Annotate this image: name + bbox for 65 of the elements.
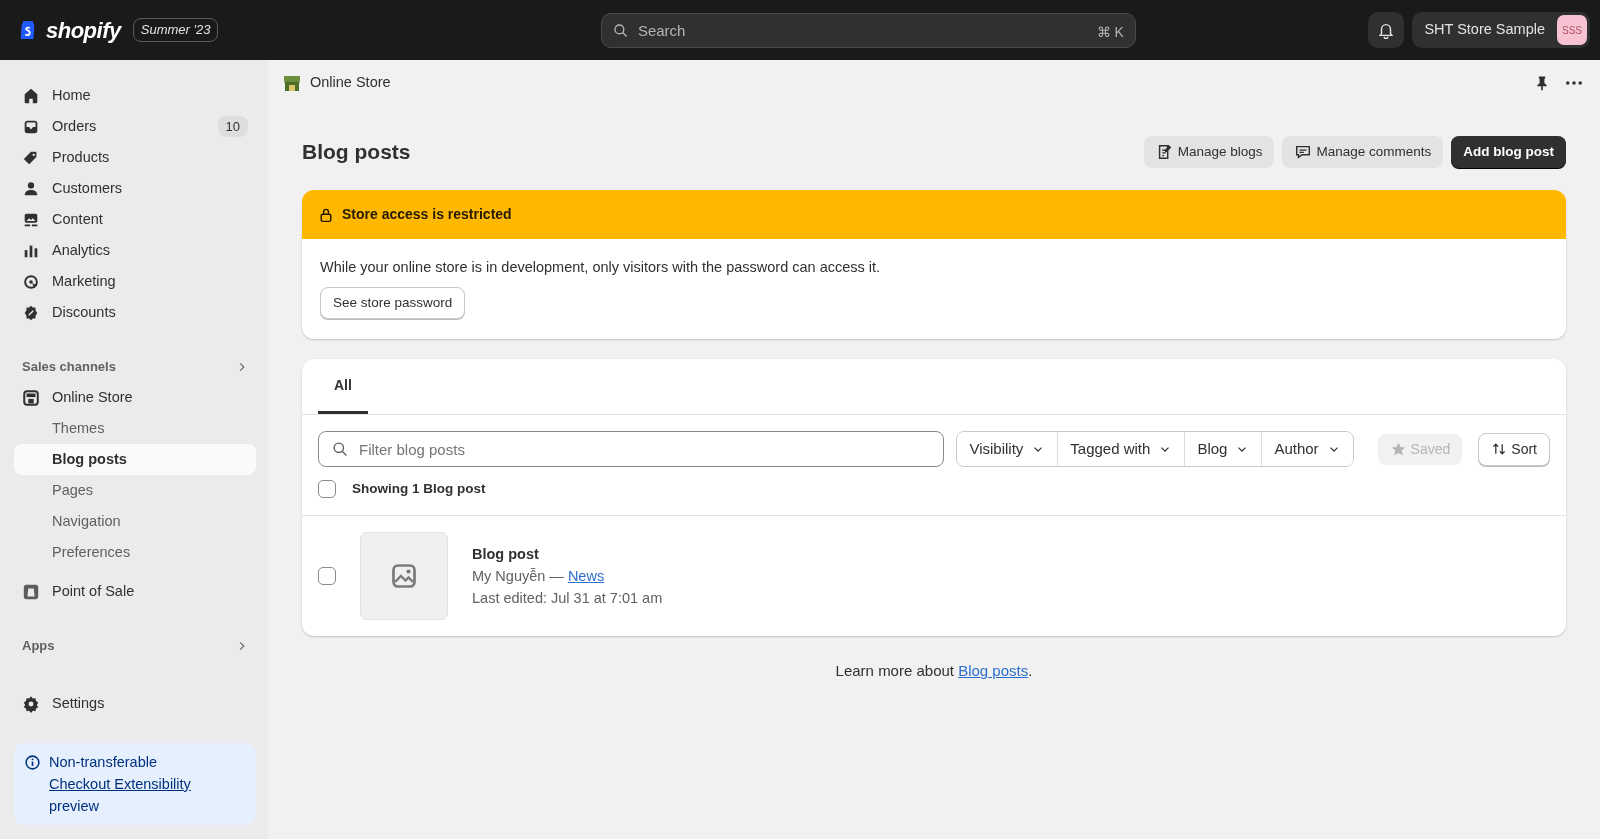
post-author: My Nguyễn —	[472, 567, 564, 587]
search-icon	[612, 22, 629, 39]
sidebar-item[interactable]: Content	[14, 204, 256, 235]
shortcut-hint: ⌘ K	[1096, 22, 1124, 42]
action-button[interactable]: Manage comments	[1282, 135, 1444, 168]
banner-text: While your online store is in development, only visitors with the password can access it.	[320, 258, 882, 277]
checkbox[interactable]	[318, 567, 336, 586]
sidebar-item[interactable]: Products	[14, 142, 256, 173]
sidebar-item[interactable]: Pages	[14, 475, 256, 506]
section-heading[interactable]: Apps	[14, 631, 256, 661]
person-icon	[22, 179, 40, 198]
sidebar-item[interactable]: Analytics	[14, 235, 256, 266]
add-post-button[interactable]: Add blog post	[1451, 135, 1566, 168]
bell-icon	[1377, 21, 1396, 39]
sidebar-item[interactable]: Point of Sale	[14, 576, 256, 607]
post-edited: Last edited: Jul 31 at 7:01 am	[472, 589, 663, 609]
lock-icon	[318, 206, 334, 223]
sort-button[interactable]: Sort	[1478, 432, 1550, 466]
search-icon	[332, 441, 349, 458]
section-heading[interactable]: Sales channels	[14, 352, 256, 382]
info-icon	[24, 754, 41, 771]
store-avatar: SSS	[1557, 15, 1587, 45]
logo-text: shopify	[46, 16, 121, 45]
star-icon	[1389, 440, 1407, 458]
sidebar-item[interactable]: Blog posts	[14, 444, 256, 475]
checkbox[interactable]	[318, 480, 336, 499]
sidebar-item[interactable]: Online Store	[14, 382, 256, 413]
sidebar-item[interactable]: Preferences	[14, 537, 256, 568]
settings-icon	[22, 694, 40, 713]
sidebar-item[interactable]: Orders 10	[14, 111, 256, 142]
sidebar-item[interactable]: Settings	[14, 688, 256, 719]
footer-text: Learn more about	[835, 661, 955, 682]
notice-link[interactable]: Checkout Extensibility	[49, 773, 191, 795]
notice-text: preview	[49, 797, 100, 816]
target-icon	[22, 272, 40, 291]
sort-arrows-icon	[1491, 441, 1508, 457]
edition-tag: Summer '23	[132, 18, 219, 42]
pin-icon	[1534, 74, 1550, 91]
sidebar-item[interactable]: Discounts	[14, 297, 256, 328]
sidebar-item[interactable]: Navigation	[14, 506, 256, 537]
see-password-button[interactable]: See store password	[320, 286, 466, 319]
notice-text: Non-transferable	[49, 753, 158, 772]
badge-icon	[22, 303, 40, 322]
sidebar-item[interactable]: Home	[14, 80, 256, 111]
footer-text: .	[1028, 661, 1033, 682]
page-title: Blog posts	[302, 139, 411, 165]
shopping-bag-icon	[22, 582, 40, 601]
home-icon	[22, 86, 40, 105]
action-button[interactable]: Manage blogs	[1143, 135, 1275, 168]
banner-title: Store access is restricted	[342, 205, 512, 224]
notifications-button[interactable]	[1368, 12, 1405, 48]
post-title[interactable]: Blog post	[472, 543, 663, 566]
sidebar-item[interactable]: Customers	[14, 173, 256, 204]
result-count: Showing 1 Blog post	[352, 480, 486, 498]
breadcrumb[interactable]: Online Store	[310, 72, 391, 94]
sidebar-item[interactable]: Marketing	[14, 266, 256, 297]
store-menu-button[interactable]: SHT Store Sample SSS	[1412, 12, 1590, 48]
storefront-icon	[22, 388, 40, 407]
filter-field[interactable]: Filter blog posts	[318, 431, 945, 467]
more-icon	[1566, 80, 1582, 85]
count-badge: 10	[217, 115, 248, 138]
filter-dropdown[interactable]: Visibility	[957, 432, 1059, 466]
tab[interactable]: All	[318, 359, 368, 414]
blog-link[interactable]: News	[567, 565, 605, 588]
sidebar-item[interactable]: Themes	[14, 413, 256, 444]
